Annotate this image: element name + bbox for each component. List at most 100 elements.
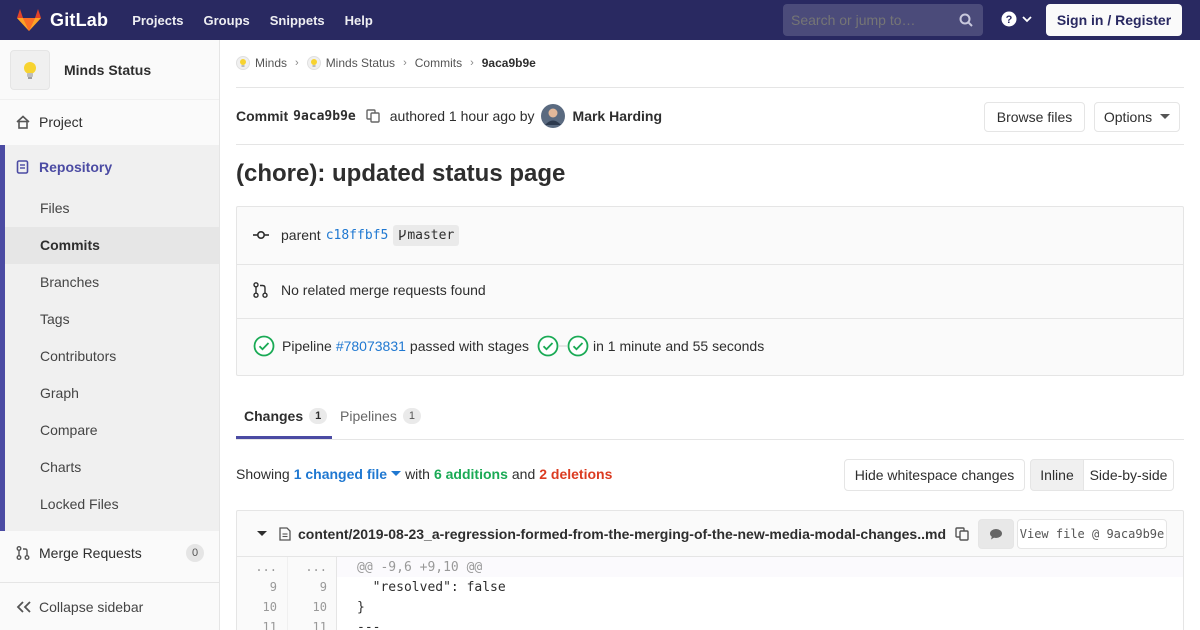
browse-files-button[interactable]: Browse files <box>984 102 1085 132</box>
search-box <box>783 4 983 36</box>
project-name: Minds Status <box>64 61 152 78</box>
old-line-number[interactable]: ... <box>237 560 287 574</box>
sidebar-project-header[interactable]: Minds Status <box>0 40 219 100</box>
sidebar-active-highlight <box>5 227 219 264</box>
caret-down-icon[interactable] <box>257 530 267 537</box>
lightbulb-icon <box>24 61 36 79</box>
sidebar-subitem-files[interactable]: Files <box>40 200 70 216</box>
lightbulb-icon <box>306 56 321 70</box>
breadcrumb-item-minds-status[interactable]: Minds Status <box>306 56 396 70</box>
stage-success-icon[interactable] <box>567 335 589 357</box>
old-line-number[interactable]: 10 <box>237 600 287 614</box>
active-tab-indicator <box>236 436 332 439</box>
old-line-number[interactable]: 11 <box>237 620 287 630</box>
status-success-icon[interactable] <box>253 335 275 357</box>
changed-files-dropdown[interactable]: 1 changed file <box>294 466 387 482</box>
breadcrumb-current[interactable]: 9aca9b9e <box>482 56 536 70</box>
breadcrumb-item-commits[interactable]: Commits <box>415 56 462 70</box>
double-chevron-left-icon <box>16 600 31 613</box>
parent-sha-link[interactable]: c18ffbf5 <box>326 228 389 243</box>
new-line-number[interactable]: 11 <box>287 620 337 630</box>
pipeline-duration: in 1 minute and 55 seconds <box>592 338 765 354</box>
breadcrumb-item-minds[interactable]: Minds <box>236 56 287 70</box>
search-icon[interactable] <box>959 13 973 27</box>
old-line-number[interactable]: 9 <box>237 580 287 594</box>
new-line-number[interactable]: 10 <box>287 600 337 614</box>
tab-label: Changes <box>244 407 304 424</box>
divider <box>237 264 1183 265</box>
home-icon <box>16 115 30 129</box>
diff-view-toggle: Inline Side-by-side <box>1030 459 1174 491</box>
no-merge-requests-text: No related merge requests found <box>281 282 486 298</box>
chevron-right-icon: › <box>470 57 474 69</box>
merge-requests-row: No related merge requests found <box>237 275 1183 305</box>
new-line-number[interactable]: ... <box>287 560 337 574</box>
hide-whitespace-button[interactable]: Hide whitespace changes <box>844 459 1025 491</box>
sidebar-item-project[interactable]: Project <box>0 112 219 132</box>
pipeline-row: Pipeline #78073831 passed with stages in… <box>237 331 1183 361</box>
merge-request-icon <box>253 282 268 298</box>
comment-toggle-button[interactable] <box>978 519 1014 549</box>
commit-icon <box>253 230 269 240</box>
branch-badge[interactable]: master <box>393 224 460 246</box>
chevron-down-icon <box>1022 16 1032 23</box>
search-input[interactable] <box>791 12 951 28</box>
tab-count-badge: 1 <box>402 407 421 424</box>
sidebar-subitem-commits[interactable]: Commits <box>40 237 100 253</box>
nav-help[interactable]: Help <box>345 13 373 28</box>
chevron-right-icon: › <box>403 57 407 69</box>
nav-projects[interactable]: Projects <box>132 13 183 28</box>
branch-name: master <box>407 227 455 243</box>
gitlab-home-link[interactable]: GitLab <box>16 0 108 40</box>
file-path[interactable]: content/2019-08-23_a-regression-formed-f… <box>298 526 946 542</box>
sidebar-subitem-charts[interactable]: Charts <box>40 459 81 475</box>
breadcrumb-label: Minds <box>255 56 288 70</box>
breadcrumb-label: Minds Status <box>325 56 396 70</box>
sidebar-subitem-tags[interactable]: Tags <box>40 311 70 327</box>
copy-icon[interactable] <box>955 526 969 541</box>
authored-text: authored 1 hour ago by <box>389 108 535 124</box>
pipeline-id-link[interactable]: #78073831 <box>336 338 406 354</box>
new-line-number[interactable]: 9 <box>287 580 337 594</box>
merge-requests-count-badge: 0 <box>186 544 204 562</box>
tab-changes[interactable]: Changes 1 <box>244 392 328 439</box>
sidebar-subitem-graph[interactable]: Graph <box>40 385 79 401</box>
diff-line: 11 11 --- <box>237 617 1183 630</box>
avatar[interactable] <box>540 104 565 128</box>
pipeline-label: Pipeline <box>282 338 332 354</box>
commit-header: Commit 9aca9b9e authored 1 hour ago by M… <box>236 104 662 128</box>
sidebar-subitem-locked-files[interactable]: Locked Files <box>40 496 119 512</box>
inline-view-button[interactable]: Inline <box>1030 459 1084 491</box>
diff-content: ... ... @@ -9,6 +9,10 @@ 9 9 "resolved":… <box>236 557 1184 630</box>
tab-label: Pipelines <box>340 407 397 424</box>
sidebar-subitem-branches[interactable]: Branches <box>40 274 99 290</box>
author-name[interactable]: Mark Harding <box>573 108 662 124</box>
project-sidebar: Minds Status Project Repository Files Co… <box>0 40 220 630</box>
pipeline-status-text: passed with stages <box>409 338 529 354</box>
stage-success-icon[interactable] <box>537 335 559 357</box>
help-dropdown[interactable]: ? <box>1001 11 1033 27</box>
collapse-sidebar-button[interactable]: Collapse sidebar <box>0 582 219 630</box>
collapse-sidebar-label: Collapse sidebar <box>39 598 144 615</box>
commit-info-box: parent c18ffbf5 master No related merge … <box>236 206 1184 376</box>
sidebar-item-repository[interactable]: Repository <box>0 157 219 177</box>
tab-pipelines[interactable]: Pipelines 1 <box>340 392 421 439</box>
showing-label: Showing <box>236 466 290 482</box>
side-by-side-view-button[interactable]: Side-by-side <box>1084 459 1174 491</box>
caret-down-icon[interactable] <box>391 471 402 477</box>
chevron-right-icon: › <box>295 57 299 69</box>
options-label: Options <box>1103 109 1153 125</box>
nav-groups[interactable]: Groups <box>204 13 250 28</box>
code-text: } <box>357 599 365 615</box>
sidebar-subitem-compare[interactable]: Compare <box>40 422 98 438</box>
divider <box>237 318 1183 319</box>
copy-icon[interactable] <box>366 109 380 123</box>
nav-snippets[interactable]: Snippets <box>270 13 325 28</box>
sign-in-button[interactable]: Sign in / Register <box>1046 4 1182 36</box>
project-avatar <box>10 49 50 90</box>
sidebar-subitem-contributors[interactable]: Contributors <box>40 348 116 364</box>
sidebar-item-merge-requests[interactable]: Merge Requests 0 <box>0 543 219 563</box>
options-dropdown-button[interactable]: Options <box>1094 102 1180 132</box>
view-file-button[interactable]: View file @ 9aca9b9e <box>1017 519 1167 549</box>
breadcrumb: Minds › Minds Status › Commits › 9aca9b9… <box>236 56 536 70</box>
